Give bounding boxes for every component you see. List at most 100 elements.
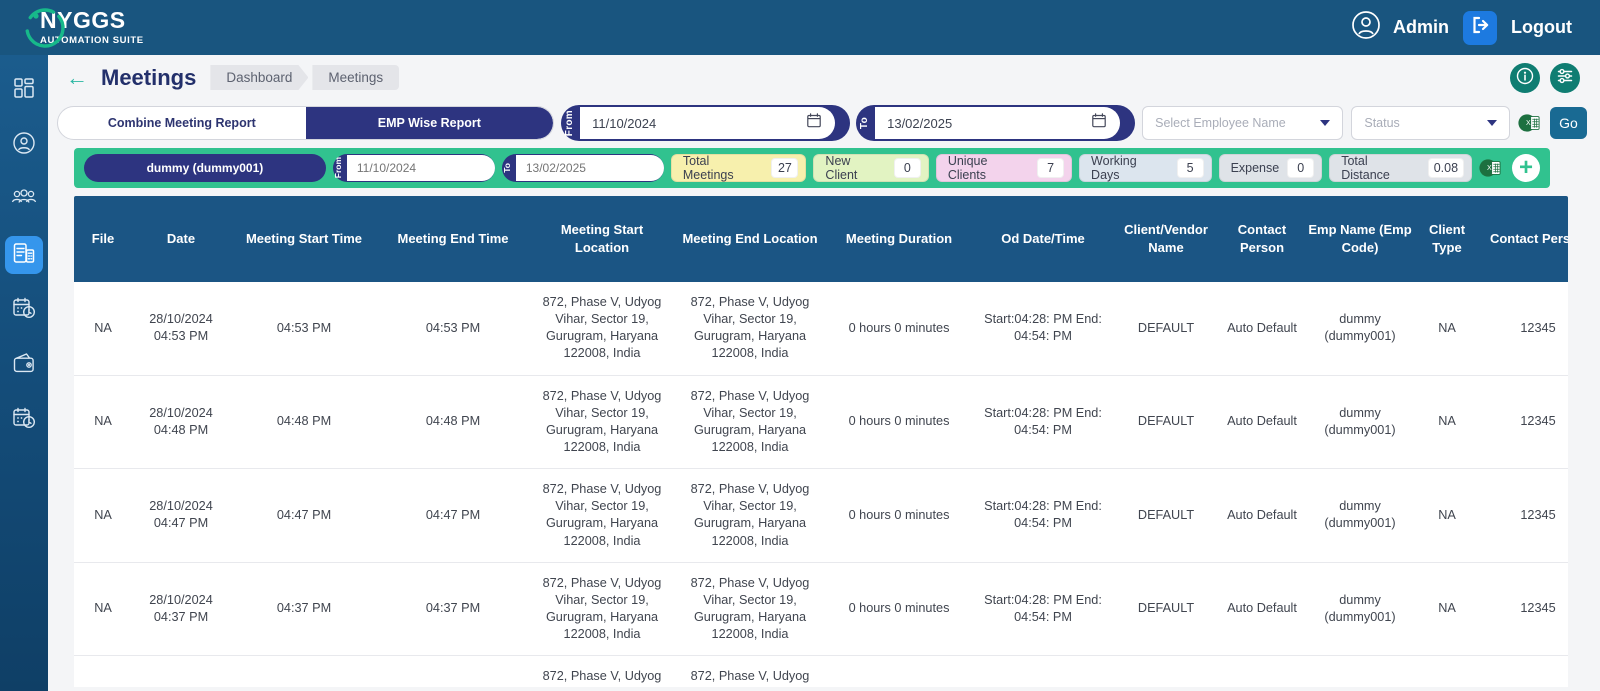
settings-sliders-button[interactable] [1550, 63, 1580, 93]
page-right-gutter [1568, 196, 1600, 691]
cell-date: 28/10/2024 04:53 PM [132, 282, 230, 375]
cell-od-datetime: Start:04:28: PM End: 04:54: PM [974, 375, 1112, 469]
breadcrumb-meetings[interactable]: Meetings [312, 65, 399, 90]
cell-start-location: 872, Phase V, Udyog Vihar, Sector 19, Gu… [528, 656, 676, 691]
col-meeting-end-location[interactable]: Meeting End Location [676, 196, 824, 282]
col-client-vendor-name[interactable]: Client/Vendor Name [1112, 196, 1220, 282]
sidebar-item-profile[interactable] [5, 126, 43, 164]
cell-end-location: 872, Phase V, Udyog Vihar, Sector 19, Gu… [676, 656, 824, 691]
table-row[interactable]: NA 28/10/2024 04:37 PM 04:37 PM 04:37 PM… [74, 562, 1568, 656]
table-row[interactable]: NA 28/10/2024 04:47 PM 04:47 PM 04:47 PM… [74, 469, 1568, 563]
col-contact-person[interactable]: Contact Person [1220, 196, 1304, 282]
sidebar-item-expense[interactable] [5, 346, 43, 384]
stat-value: 0 [1287, 158, 1314, 178]
col-contact-person-number[interactable]: Contact Person [1478, 196, 1568, 282]
stats-to-date-field: To [502, 154, 664, 182]
cell-contact-number: 12345 [1478, 282, 1568, 375]
chevron-down-icon [1320, 120, 1330, 126]
cell-date: 28/10/2024 04:47 PM [132, 469, 230, 563]
user-circle-icon [12, 131, 36, 160]
cell-duration: 0 hours 0 minutes [824, 469, 974, 563]
cell-start-location: 872, Phase V, Udyog Vihar, Sector 19, Gu… [528, 282, 676, 375]
col-emp-name[interactable]: Emp Name (Emp Code) [1304, 196, 1416, 282]
stats-from-date-input[interactable] [347, 155, 495, 181]
col-meeting-end-time[interactable]: Meeting End Time [378, 196, 528, 282]
info-circle-icon [1516, 67, 1534, 90]
tab-emp-wise-report[interactable]: EMP Wise Report [306, 107, 554, 139]
meetings-table-container[interactable]: File Date Meeting Start Time Meeting End… [74, 196, 1568, 691]
table-row[interactable]: NA 28/10/2024 04:53 PM 04:53 PM 04:53 PM… [74, 282, 1568, 375]
cell-date: 28/10/2024 04:34 PM [132, 656, 230, 691]
logout-arrow-icon [1470, 15, 1490, 40]
stat-label: New Client [825, 154, 885, 182]
cell-contact-person: Auto Default [1220, 656, 1304, 691]
to-date-label: To [859, 117, 875, 129]
cell-date: 28/10/2024 04:48 PM [132, 375, 230, 469]
table-row[interactable]: NA 28/10/2024 04:48 PM 04:48 PM 04:48 PM… [74, 375, 1568, 469]
stat-total-meetings[interactable]: Total Meetings 27 [671, 154, 807, 182]
cell-file: NA [74, 656, 132, 691]
calendar-clock-alt-icon [12, 406, 36, 435]
cell-end-location: 872, Phase V, Udyog Vihar, Sector 19, Gu… [676, 375, 824, 469]
stat-label: Total Meetings [683, 154, 764, 182]
stat-total-distance[interactable]: Total Distance 0.08 [1329, 154, 1472, 182]
col-meeting-start-time[interactable]: Meeting Start Time [230, 196, 378, 282]
breadcrumb-dashboard[interactable]: Dashboard [210, 65, 308, 90]
stat-expense[interactable]: Expense 0 [1219, 154, 1323, 182]
app-root: NYGGS AUTOMATION SUITE Admin [0, 0, 1600, 691]
excel-export-icon[interactable]: X [1479, 155, 1503, 181]
cell-contact-person: Auto Default [1220, 282, 1304, 375]
cell-contact-number: 12345 [1478, 469, 1568, 563]
stats-to-date-input[interactable] [516, 155, 664, 181]
user-circle-icon [1351, 10, 1381, 45]
stat-label: Expense [1231, 161, 1280, 175]
stat-value: 7 [1037, 158, 1064, 178]
tab-combine-meeting-report[interactable]: Combine Meeting Report [58, 107, 306, 139]
add-meeting-button[interactable] [1512, 154, 1540, 182]
sidebar-item-employees[interactable] [5, 181, 43, 219]
sidebar-item-dashboard[interactable] [5, 71, 43, 109]
from-date-input[interactable] [580, 107, 835, 139]
table-row[interactable]: NA 28/10/2024 04:34 PM 04:34 PM 04:34 PM… [74, 656, 1568, 691]
status-select[interactable]: Status [1351, 106, 1509, 140]
excel-export-icon[interactable]: X [1518, 110, 1542, 136]
arrow-left-icon[interactable]: ← [66, 67, 88, 89]
logout-icon-button[interactable] [1463, 11, 1497, 45]
col-meeting-duration[interactable]: Meeting Duration [824, 196, 974, 282]
cell-emp-name: dummy (dummy001) [1304, 656, 1416, 691]
cell-client-type: NA [1416, 469, 1478, 563]
meetings-table: File Date Meeting Start Time Meeting End… [74, 196, 1568, 691]
sidebar-item-attendance[interactable] [5, 291, 43, 329]
cell-file: NA [74, 375, 132, 469]
table-header-row: File Date Meeting Start Time Meeting End… [74, 196, 1568, 282]
col-meeting-start-location[interactable]: Meeting Start Location [528, 196, 676, 282]
chevron-down-icon [1487, 120, 1497, 126]
cell-od-datetime: Start:04:28: PM End: 04:54: PM [974, 562, 1112, 656]
go-button[interactable]: Go [1550, 107, 1587, 139]
stat-unique-clients[interactable]: Unique Clients 7 [936, 154, 1072, 182]
cell-end-time: 04:47 PM [378, 469, 528, 563]
to-date-input[interactable] [875, 107, 1120, 139]
admin-user-button[interactable]: Admin [1351, 10, 1449, 45]
col-client-type[interactable]: Client Type [1416, 196, 1478, 282]
stats-from-date-field: From [333, 154, 495, 182]
sidebar-item-leave[interactable] [5, 401, 43, 439]
stat-value: 0 [894, 158, 921, 178]
col-od-datetime[interactable]: Od Date/Time [974, 196, 1112, 282]
col-date[interactable]: Date [132, 196, 230, 282]
employee-name-select[interactable]: Select Employee Name [1142, 106, 1343, 140]
cell-contact-person: Auto Default [1220, 562, 1304, 656]
stat-new-client[interactable]: New Client 0 [813, 154, 928, 182]
stat-working-days[interactable]: Working Days 5 [1079, 154, 1212, 182]
cell-emp-name: dummy (dummy001) [1304, 375, 1416, 469]
sidebar-item-reports[interactable] [5, 236, 43, 274]
table-body: NA 28/10/2024 04:53 PM 04:53 PM 04:53 PM… [74, 282, 1568, 691]
cell-client-vendor: DEFAULT [1112, 656, 1220, 691]
brand-logo[interactable]: NYGGS AUTOMATION SUITE [0, 5, 144, 51]
col-file[interactable]: File [74, 196, 132, 282]
info-circle-button[interactable] [1510, 63, 1540, 93]
wallet-expense-icon [12, 352, 37, 379]
cell-contact-person: Auto Default [1220, 375, 1304, 469]
selected-employee-pill[interactable]: dummy (dummy001) [84, 154, 326, 182]
logout-label[interactable]: Logout [1511, 17, 1572, 38]
